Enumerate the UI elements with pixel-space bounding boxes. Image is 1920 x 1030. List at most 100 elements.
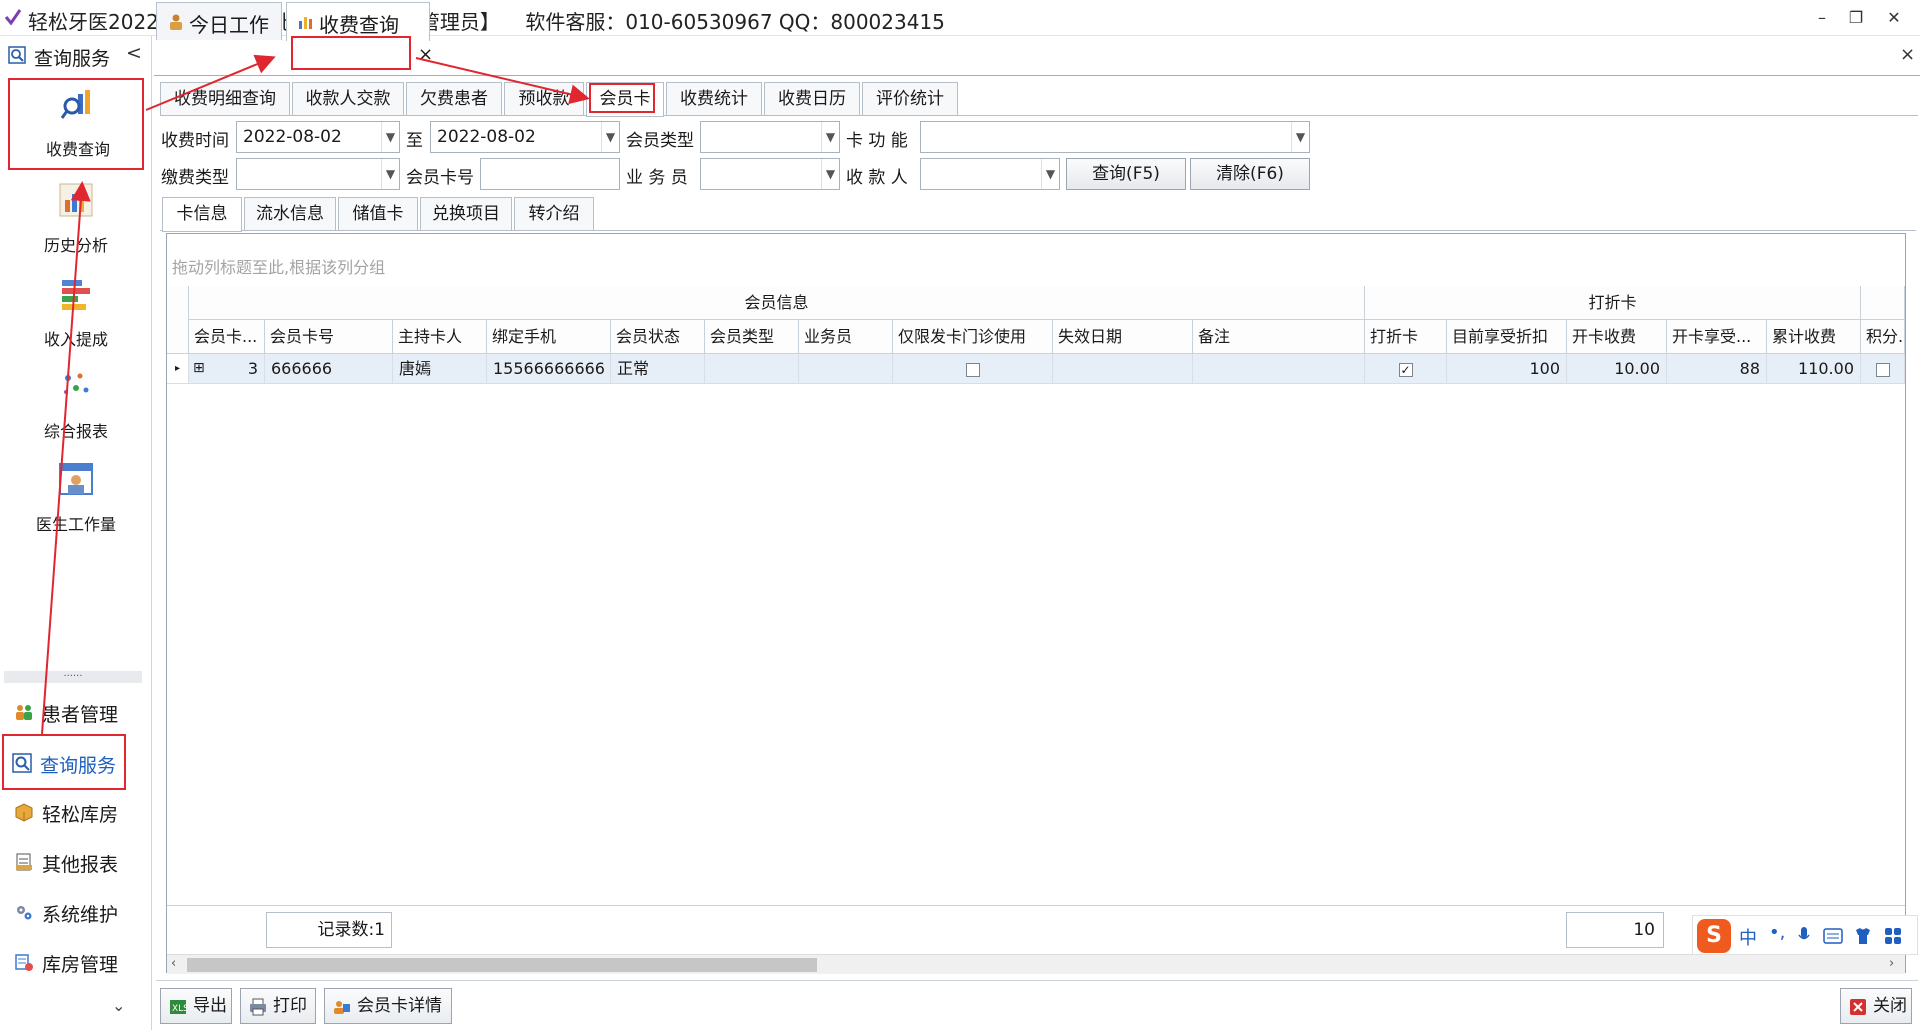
tab-advance-payment[interactable]: 预收款 bbox=[504, 82, 584, 116]
col-discount-card[interactable]: 打折卡 bbox=[1365, 320, 1447, 354]
tool-history-analysis[interactable]: 历史分析 bbox=[8, 176, 144, 264]
tab-evaluation-statistics[interactable]: 评价统计 bbox=[862, 82, 958, 116]
cell-clinic-only[interactable] bbox=[893, 354, 1053, 384]
cell-open-fee[interactable]: 10.00 bbox=[1567, 354, 1667, 384]
cell-salesman[interactable] bbox=[799, 354, 893, 384]
sidebar-item-query-service[interactable]: 查询服务 bbox=[2, 734, 126, 790]
restore-button[interactable]: ❐ bbox=[1842, 6, 1870, 30]
tab-exchange-items[interactable]: 兑换项目 bbox=[420, 197, 512, 231]
group-by-panel[interactable] bbox=[167, 234, 1905, 284]
scrollbar-thumb[interactable] bbox=[187, 958, 817, 972]
member-type-select[interactable]: ▼ bbox=[700, 121, 840, 153]
col-expire-date[interactable]: 失效日期 bbox=[1053, 320, 1193, 354]
query-button[interactable]: 查询(F5) bbox=[1066, 158, 1186, 190]
sidebar-item-patient-management[interactable]: 患者管理 bbox=[6, 692, 146, 732]
cell-type[interactable] bbox=[705, 354, 799, 384]
sidebar-item-other-reports[interactable]: 其他报表 bbox=[6, 842, 146, 882]
close-window-button[interactable]: ✕ bbox=[1880, 6, 1908, 30]
cell-card-no[interactable]: 666666 bbox=[265, 354, 393, 384]
export-button[interactable]: XLS 导出 bbox=[160, 988, 232, 1024]
clear-button[interactable]: 清除(F6) bbox=[1190, 158, 1310, 190]
cell-current-discount[interactable]: 100 bbox=[1447, 354, 1567, 384]
close-all-tabs-button[interactable]: × bbox=[1900, 44, 1915, 65]
tab-fee-detail-query[interactable]: 收费明细查询 bbox=[160, 82, 290, 116]
salesman-select[interactable]: ▼ bbox=[700, 158, 840, 190]
date-to-field[interactable]: 2022-08-02 ▼ bbox=[430, 121, 620, 153]
col-total-fee[interactable]: 累计收费 bbox=[1767, 320, 1861, 354]
tab-stored-value-card[interactable]: 储值卡 bbox=[338, 197, 418, 231]
col-open-discount[interactable]: 开卡享受... bbox=[1667, 320, 1767, 354]
sidebar-item-system-maintenance[interactable]: 系统维护 bbox=[6, 892, 146, 932]
expand-row-icon[interactable]: ⊞ bbox=[193, 354, 205, 383]
card-function-select[interactable]: ▼ bbox=[920, 121, 1310, 153]
cell-expire-date[interactable] bbox=[1053, 354, 1193, 384]
ime-toolbar[interactable]: S 中 •, bbox=[1692, 915, 1918, 955]
ime-logo-icon[interactable]: S bbox=[1697, 919, 1731, 953]
sidebar-scroll-down-button[interactable]: ⌄ bbox=[112, 996, 125, 1015]
tab-arrears-patients[interactable]: 欠费患者 bbox=[406, 82, 502, 116]
scroll-left-icon[interactable]: ‹ bbox=[171, 956, 176, 971]
col-card-no[interactable]: 会员卡号 bbox=[265, 320, 393, 354]
scroll-right-icon[interactable]: › bbox=[1889, 956, 1894, 971]
sidebar-item-easy-storage[interactable]: 轻松库房 bbox=[6, 792, 146, 832]
horizontal-scrollbar[interactable]: ‹ › bbox=[167, 954, 1905, 974]
ime-punctuation-icon[interactable]: •, bbox=[1769, 922, 1785, 943]
tab-transaction-info[interactable]: 流水信息 bbox=[244, 197, 336, 231]
ime-skin-icon[interactable] bbox=[1853, 926, 1873, 946]
cell-holder[interactable]: 唐嫣 bbox=[393, 354, 487, 384]
tab-today-work[interactable]: 今日工作 bbox=[156, 2, 282, 40]
cell-note[interactable] bbox=[1193, 354, 1365, 384]
clinic-only-checkbox[interactable] bbox=[965, 362, 980, 377]
tool-fee-query[interactable]: 收费查询 bbox=[8, 78, 144, 170]
chevron-down-icon[interactable]: ▼ bbox=[821, 159, 839, 189]
sidebar-divider[interactable]: ...... bbox=[4, 669, 142, 683]
close-panel-button[interactable]: 关闭 bbox=[1840, 988, 1912, 1024]
tab-fee-calendar[interactable]: 收费日历 bbox=[764, 82, 860, 116]
points-checkbox[interactable] bbox=[1875, 362, 1890, 377]
discount-card-checkbox[interactable]: ✓ bbox=[1398, 362, 1413, 377]
cell-open-discount[interactable]: 88 bbox=[1667, 354, 1767, 384]
col-holder[interactable]: 主持卡人 bbox=[393, 320, 487, 354]
col-points[interactable]: 积分... bbox=[1861, 320, 1905, 354]
minimize-button[interactable]: – bbox=[1808, 6, 1836, 30]
card-no-input[interactable] bbox=[480, 158, 620, 190]
tool-income-commission[interactable]: 收入提成 bbox=[8, 270, 144, 358]
tool-doctor-workload[interactable]: 医生工作量 bbox=[8, 455, 144, 543]
chevron-down-icon[interactable]: ▼ bbox=[381, 159, 399, 189]
chevron-down-icon[interactable]: ▼ bbox=[1291, 122, 1309, 152]
cell-discount-card[interactable]: ✓ bbox=[1365, 354, 1447, 384]
print-button[interactable]: 打印 bbox=[240, 988, 316, 1024]
receiver-select[interactable]: ▼ bbox=[920, 158, 1060, 190]
cell-phone[interactable]: 15566666666 bbox=[487, 354, 611, 384]
col-current-discount[interactable]: 目前享受折扣 bbox=[1447, 320, 1567, 354]
tab-referral[interactable]: 转介绍 bbox=[514, 197, 594, 231]
member-card-detail-button[interactable]: 会员卡详情 bbox=[324, 988, 452, 1024]
chevron-down-icon[interactable]: ▼ bbox=[601, 122, 619, 152]
col-status[interactable]: 会员状态 bbox=[611, 320, 705, 354]
close-tab-button[interactable]: × bbox=[418, 44, 433, 65]
col-clinic-only[interactable]: 仅限发卡门诊使用 bbox=[893, 320, 1053, 354]
col-salesman[interactable]: 业务员 bbox=[799, 320, 893, 354]
ime-keyboard-icon[interactable] bbox=[1823, 928, 1843, 944]
ime-toolbox-icon[interactable] bbox=[1883, 926, 1903, 946]
collapse-sidebar-button[interactable]: < bbox=[126, 42, 142, 64]
tab-fee-statistics[interactable]: 收费统计 bbox=[666, 82, 762, 116]
cell-total-fee[interactable]: 110.00 bbox=[1767, 354, 1861, 384]
col-open-fee[interactable]: 开卡收费 bbox=[1567, 320, 1667, 354]
col-phone[interactable]: 绑定手机 bbox=[487, 320, 611, 354]
date-from-field[interactable]: 2022-08-02 ▼ bbox=[236, 121, 400, 153]
table-row[interactable]: ⊞ 3 bbox=[189, 354, 265, 384]
chevron-down-icon[interactable]: ▼ bbox=[381, 122, 399, 152]
sidebar-item-warehouse-management[interactable]: 库房管理 bbox=[6, 942, 146, 982]
ime-microphone-icon[interactable] bbox=[1797, 926, 1811, 946]
chevron-down-icon[interactable]: ▼ bbox=[1041, 159, 1059, 189]
col-type[interactable]: 会员类型 bbox=[705, 320, 799, 354]
col-card-count[interactable]: 会员卡... bbox=[189, 320, 265, 354]
tab-card-info[interactable]: 卡信息 bbox=[162, 197, 242, 232]
tab-receiver-payment[interactable]: 收款人交款 bbox=[292, 82, 404, 116]
col-note[interactable]: 备注 bbox=[1193, 320, 1365, 354]
pay-type-select[interactable]: ▼ bbox=[236, 158, 400, 190]
cell-points[interactable] bbox=[1861, 354, 1905, 384]
tool-comprehensive-report[interactable]: 综合报表 bbox=[8, 362, 144, 450]
ime-mode-toggle[interactable]: 中 bbox=[1739, 924, 1757, 950]
